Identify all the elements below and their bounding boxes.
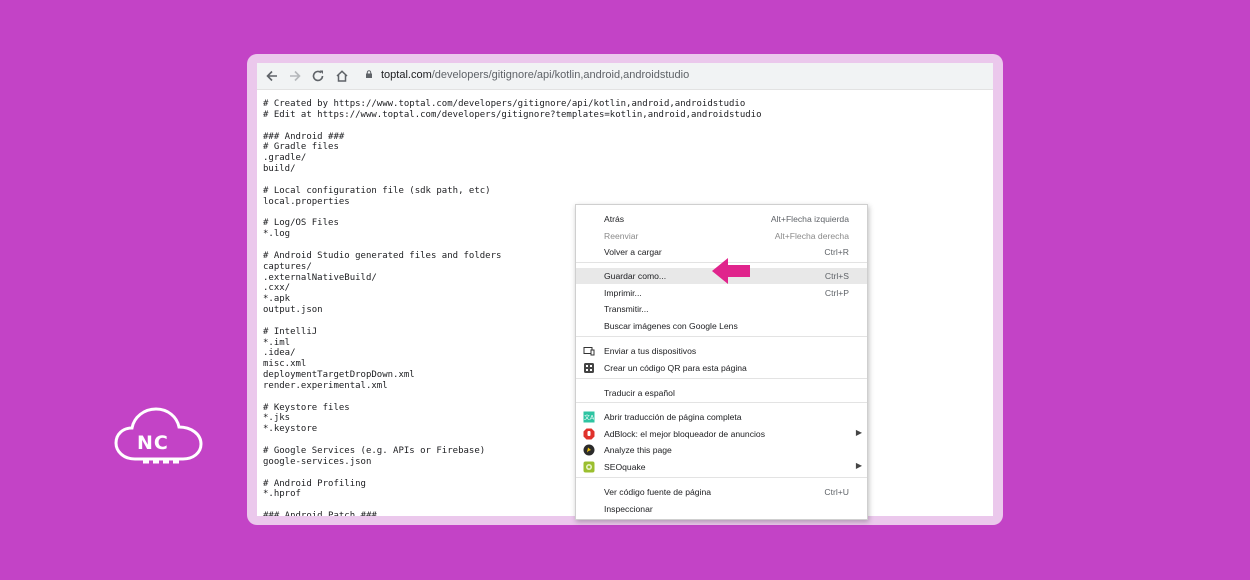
pointer-arrow-icon	[712, 258, 750, 284]
devices-icon	[583, 345, 595, 357]
menu-item-label: Ver código fuente de página	[604, 487, 712, 497]
home-icon	[336, 70, 348, 82]
menu-item-abrir-traducción-de-página-completa[interactable]: 文A Abrir traducción de página completa	[576, 409, 867, 425]
menu-item-label: Atrás	[604, 214, 625, 224]
seoquake-icon	[583, 461, 595, 473]
address-bar[interactable]: toptal.com/developers/gitignore/api/kotl…	[381, 69, 689, 81]
forward-button[interactable]	[286, 67, 304, 85]
menu-item-ver-código-fuente-de-página[interactable]: Ver código fuente de página Ctrl+U	[576, 484, 867, 500]
url-path: /developers/gitignore/api/kotlin,android…	[431, 69, 690, 81]
menu-item-analyze-this-page[interactable]: Analyze this page	[576, 442, 867, 458]
menu-separator	[576, 477, 867, 478]
menu-item-label: SEOquake	[604, 462, 646, 472]
menu-item-enviar-a-tus-dispositivos[interactable]: Enviar a tus dispositivos	[576, 343, 867, 359]
menu-item-crear-un-código-qr-para-esta-página[interactable]: Crear un código QR para esta página	[576, 360, 867, 376]
menu-item-shortcut: Ctrl+U	[824, 487, 849, 497]
menu-item-shortcut: Alt+Flecha derecha	[774, 231, 849, 241]
menu-item-label: Transmitir...	[604, 304, 649, 314]
menu-item-traducir-a-español[interactable]: Traducir a español	[576, 385, 867, 401]
code-line: ### Android ###	[263, 131, 345, 142]
back-button[interactable]	[263, 67, 281, 85]
menu-item-label: Crear un código QR para esta página	[604, 363, 747, 373]
menu-item-label: AdBlock: el mejor bloqueador de anuncios	[604, 429, 765, 439]
code-line: build/	[263, 164, 296, 175]
menu-item-seoquake[interactable]: SEOquake ▶	[576, 459, 867, 475]
context-menu: Atrás Alt+Flecha izquierda Reenviar Alt+Fle…	[575, 204, 868, 520]
code-line: .gradle/	[263, 153, 307, 164]
menu-item-reenviar[interactable]: Reenviar Alt+Flecha derecha	[576, 228, 867, 244]
menu-separator	[576, 378, 867, 379]
submenu-arrow-icon: ▶	[855, 428, 862, 437]
menu-separator	[576, 402, 867, 403]
arrow-left-icon	[266, 70, 277, 82]
menu-item-label: Traducir a español	[604, 388, 675, 398]
menu-item-imprimir[interactable]: Imprimir... Ctrl+P	[576, 285, 867, 301]
browser-toolbar: toptal.com/developers/gitignore/api/kotl…	[257, 63, 993, 90]
menu-item-shortcut: Ctrl+P	[824, 288, 849, 298]
lock-icon	[366, 70, 372, 78]
analyze-extension-icon	[583, 444, 595, 456]
svg-text:文A: 文A	[584, 414, 595, 422]
menu-item-label: Imprimir...	[604, 288, 642, 298]
menu-item-shortcut: Alt+Flecha izquierda	[770, 214, 849, 224]
menu-item-label: Abrir traducción de página completa	[604, 412, 742, 422]
menu-item-label: Inspeccionar	[604, 504, 653, 514]
adblock-icon	[583, 428, 595, 440]
submenu-arrow-icon: ▶	[855, 461, 862, 470]
menu-item-shortcut: Ctrl+R	[824, 247, 849, 257]
menu-item-shortcut: Ctrl+S	[824, 271, 849, 281]
arrow-right-icon	[290, 70, 301, 82]
code-line: # Created by https://www.toptal.com/deve…	[263, 99, 746, 109]
menu-item-label: Volver a cargar	[604, 247, 662, 257]
code-line: # Local configuration file (sdk path, et…	[263, 185, 491, 196]
reload-button[interactable]	[309, 67, 327, 85]
logo-text: NC	[137, 432, 169, 454]
code-line: # Edit at https://www.toptal.com/develop…	[263, 109, 762, 120]
nc-logo: NC	[113, 405, 205, 471]
menu-separator	[576, 336, 867, 337]
menu-item-label: Guardar como...	[604, 271, 667, 281]
menu-item-atrás[interactable]: Atrás Alt+Flecha izquierda	[576, 211, 867, 227]
menu-item-inspeccionar[interactable]: Inspeccionar	[576, 501, 867, 517]
menu-item-adblock-el-mejor-bloqueador-de-anuncios[interactable]: AdBlock: el mejor bloqueador de anuncios…	[576, 426, 867, 442]
menu-item-label: Analyze this page	[604, 445, 672, 455]
menu-item-label: Enviar a tus dispositivos	[604, 346, 697, 356]
home-button[interactable]	[333, 67, 351, 85]
menu-item-label: Reenviar	[604, 231, 639, 241]
menu-item-buscar-imágenes-con-google-lens[interactable]: Buscar imágenes con Google Lens	[576, 318, 867, 334]
url-domain: toptal.com	[381, 69, 432, 81]
reload-icon	[312, 70, 324, 82]
qr-code-icon	[583, 362, 595, 374]
menu-item-label: Buscar imágenes con Google Lens	[604, 321, 738, 331]
translate-extension-icon: 文A	[583, 411, 595, 423]
code-line: # Gradle files	[263, 142, 339, 153]
menu-item-transmitir[interactable]: Transmitir...	[576, 301, 867, 317]
